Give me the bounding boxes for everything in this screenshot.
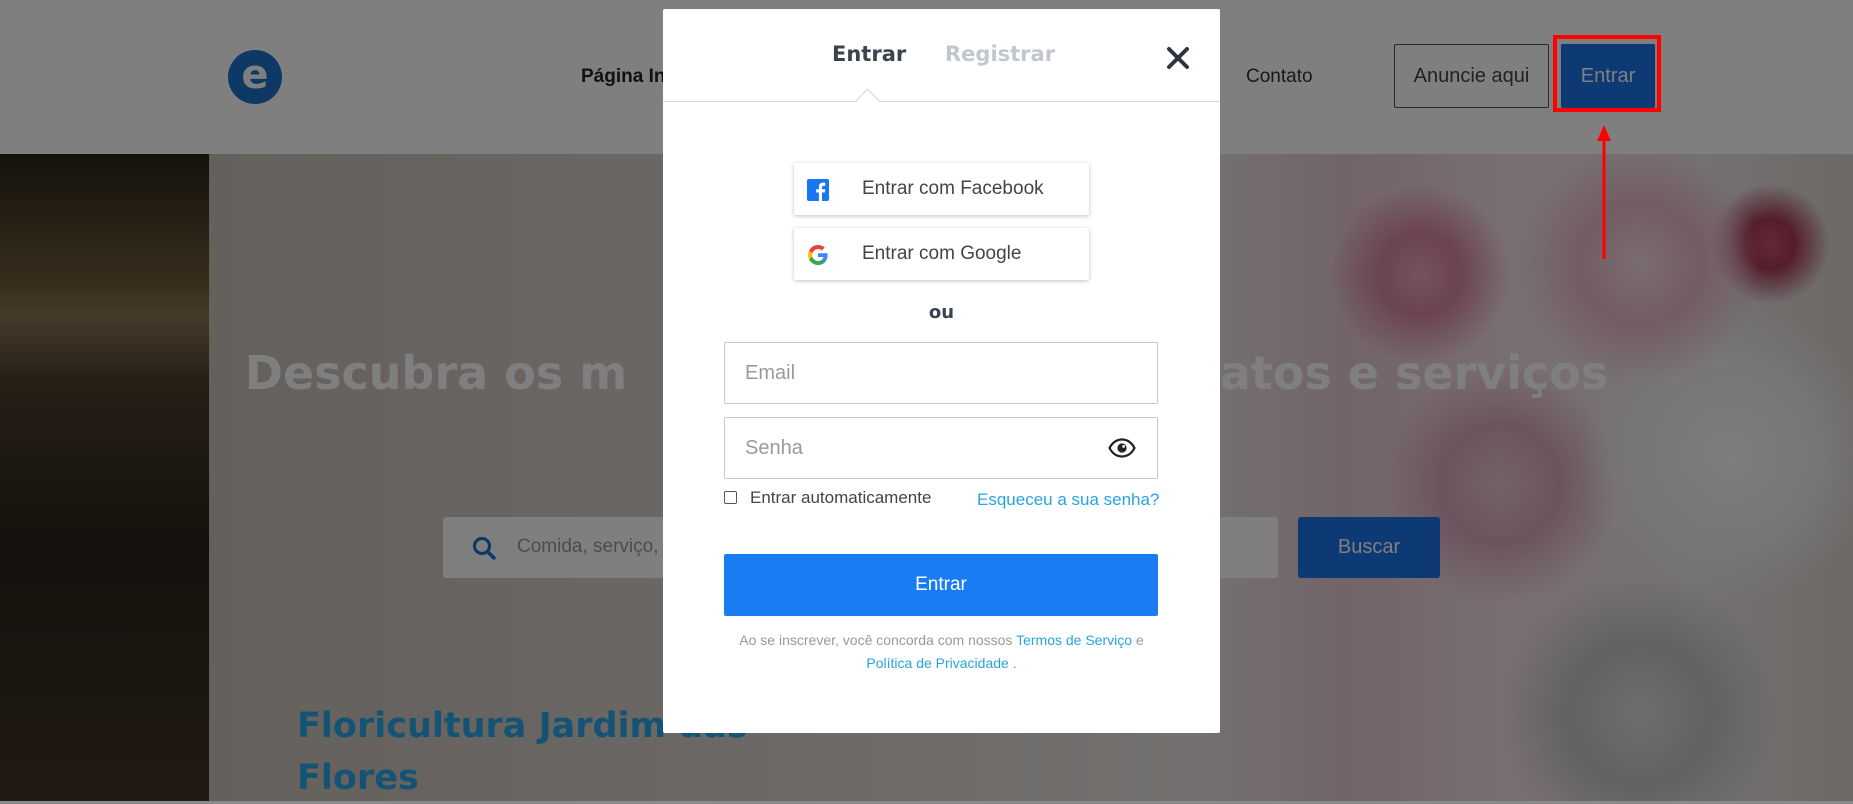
privacy-policy-link[interactable]: Política de Privacidade: [866, 655, 1008, 671]
eye-icon[interactable]: [1108, 437, 1136, 459]
active-tab-pointer: [855, 88, 880, 113]
login-submit-button[interactable]: Entrar: [724, 554, 1158, 616]
close-icon[interactable]: [1165, 45, 1191, 71]
tab-login[interactable]: Entrar: [832, 42, 906, 66]
legal-prefix: Ao se inscrever, você concorda com nosso…: [739, 632, 1013, 648]
legal-suffix: .: [1012, 655, 1017, 671]
terms-of-service-link[interactable]: Termos de Serviço: [1016, 632, 1132, 648]
facebook-login-label: Entrar com Facebook: [862, 178, 1044, 199]
legal-and: e: [1135, 632, 1144, 648]
google-icon: [808, 245, 828, 265]
facebook-icon: [807, 179, 829, 201]
facebook-login-button[interactable]: Entrar com Facebook: [794, 163, 1089, 215]
forgot-password-link[interactable]: Esqueceu a sua senha?: [977, 490, 1159, 510]
google-login-button[interactable]: Entrar com Google: [794, 228, 1089, 280]
email-field-wrapper: [724, 342, 1158, 404]
remember-me-label[interactable]: Entrar automaticamente: [750, 488, 931, 508]
email-field[interactable]: [745, 343, 1105, 403]
arrow-up-icon: [1597, 125, 1611, 259]
google-login-label: Entrar com Google: [862, 243, 1022, 264]
tab-register[interactable]: Registrar: [945, 42, 1055, 66]
highlight-annotation: [1553, 35, 1661, 112]
password-field[interactable]: [745, 418, 1105, 478]
login-modal: Entrar Registrar Entrar com Facebook Ent…: [663, 9, 1220, 733]
modal-header: Entrar Registrar: [663, 9, 1220, 113]
legal-notice: Ao se inscrever, você concorda com nosso…: [699, 629, 1184, 675]
remember-me-checkbox[interactable]: [724, 491, 737, 504]
or-divider: ou: [928, 302, 955, 323]
password-field-wrapper: [724, 417, 1158, 479]
